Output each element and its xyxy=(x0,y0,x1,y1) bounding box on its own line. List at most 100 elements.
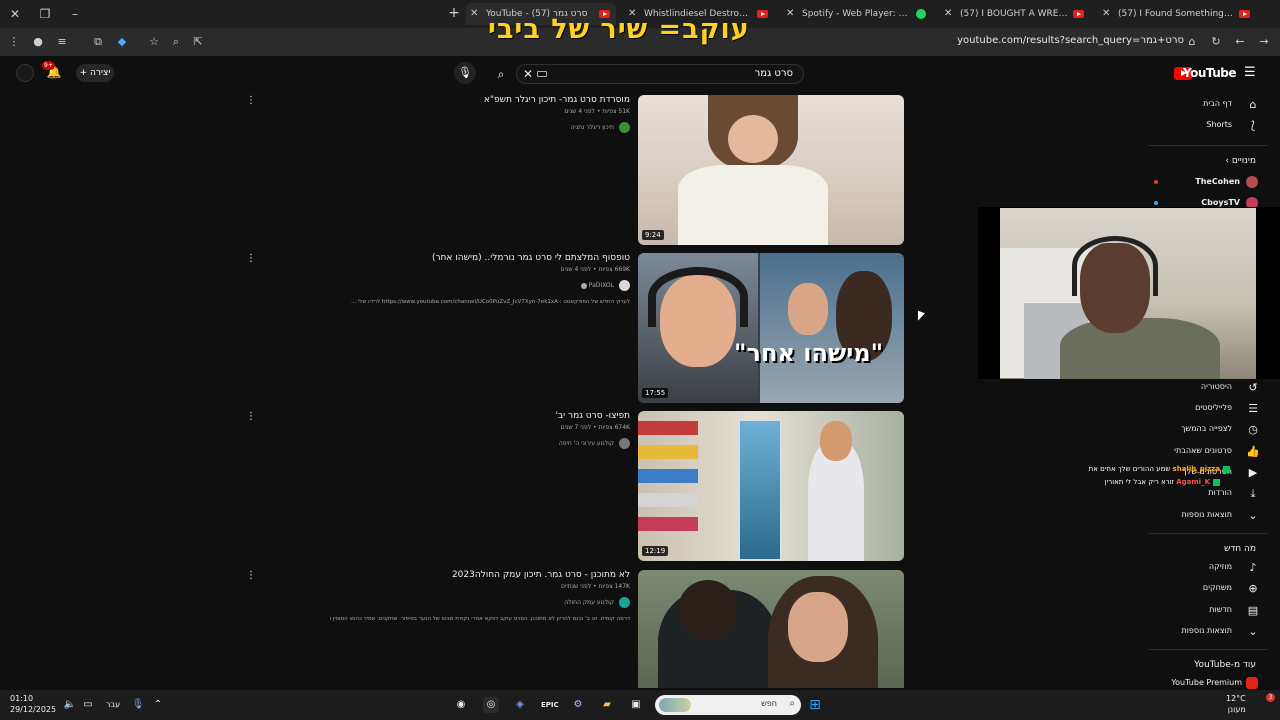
tab-close-icon[interactable]: ✕ xyxy=(1102,3,1110,25)
video-thumbnail[interactable]: 9:24 xyxy=(638,95,904,245)
video-title[interactable]: טופסוף המלצתם לי סרט גמר נורמלי.. (מישהו… xyxy=(330,253,630,263)
video-thumbnail[interactable]: 12:19 xyxy=(638,411,904,561)
windows-start-icon[interactable]: ⊞ xyxy=(807,697,823,713)
sidebar-item-playlists[interactable]: ☰ פלייליסטים xyxy=(1148,399,1280,419)
more-actions-icon[interactable]: ⋮ xyxy=(246,570,256,582)
new-content-dot xyxy=(1154,201,1158,205)
sidebar-item-show-more[interactable]: ⌄ תוצאות נוספות xyxy=(1148,622,1280,642)
chat-text: זורא ריק אבל לי תאורין xyxy=(1104,478,1174,486)
voice-search-button[interactable]: 🎙 xyxy=(454,62,476,84)
video-title[interactable]: מוסרדת סרט גמר- תיכון ריגלר תשפ"א xyxy=(330,95,630,105)
obs-icon[interactable]: ◉ xyxy=(453,697,469,713)
more-actions-icon[interactable]: ⋮ xyxy=(246,411,256,423)
sidebar-item-shorts[interactable]: ⟆ Shorts xyxy=(1148,116,1280,136)
language-indicator[interactable]: עבר xyxy=(102,697,124,713)
download-icon: ⤓ xyxy=(1250,487,1256,500)
tab-close-icon[interactable]: ✕ xyxy=(470,3,478,25)
browser-tab[interactable]: ✕ Spotify - Web Player: Music for everyo… xyxy=(782,3,932,25)
search-result[interactable]: 9:24 מוסרדת סרט גמר- תיכון ריגלר תשפ"א 5… xyxy=(240,95,908,245)
more-from-youtube-header: עוד מ-YouTube xyxy=(1194,660,1256,670)
tab-close-icon[interactable]: ✕ xyxy=(944,3,952,25)
microphone-icon[interactable]: 🎙 xyxy=(130,697,146,713)
url-field[interactable]: youtube.com/results?search_query=סרט+גמר xyxy=(957,35,1184,46)
video-thumbnail[interactable]: "מישהו אחר" 17:55 xyxy=(638,253,904,403)
more-actions-icon[interactable]: ⋮ xyxy=(246,95,256,107)
video-thumbnail[interactable] xyxy=(638,570,904,688)
youtube-favicon-icon xyxy=(1239,10,1250,18)
task-view-icon[interactable]: ▣ xyxy=(628,697,644,713)
thumbnail-art xyxy=(638,411,698,561)
search-result[interactable]: לא מתוכנן - סרט גמר. תיכון עמק החולה2023… xyxy=(240,570,908,688)
weather-widget[interactable]: 12°C מעונן xyxy=(1226,693,1246,715)
keyboard-icon[interactable] xyxy=(537,71,547,77)
epic-games-icon[interactable]: EPIC xyxy=(541,697,559,713)
minimize-window-icon[interactable]: – xyxy=(66,5,84,23)
more-actions-icon[interactable]: ⋮ xyxy=(246,253,256,265)
extensions-icon[interactable]: ⧉ xyxy=(90,34,106,50)
clock[interactable]: 01:10 29/12/2025 xyxy=(10,693,56,715)
volume-icon[interactable]: 🔈 xyxy=(62,697,78,713)
clock-time: 01:10 xyxy=(10,694,34,703)
share-icon[interactable]: ⇱ xyxy=(190,34,206,50)
close-window-icon[interactable]: ✕ xyxy=(6,5,24,23)
display-icon[interactable]: ▭ xyxy=(80,697,96,713)
taskbar-search[interactable]: חפש ⌕ xyxy=(655,695,801,715)
show-hidden-icons-icon[interactable]: ⌃ xyxy=(150,697,166,713)
subscriptions-header[interactable]: מינויים › xyxy=(1225,156,1256,166)
reload-icon[interactable]: ↻ xyxy=(1208,34,1224,50)
search-result[interactable]: 12:19 תפיצו- סרט גמר יב' 674K צפיות • לפ… xyxy=(240,411,908,561)
channel-link[interactable]: PaDIXOL xyxy=(330,280,630,292)
browser-tab[interactable]: ✕ (57) I Found Something BAD In xyxy=(1098,3,1256,25)
sidebar-item-liked[interactable]: 👍 סרטונים שאהבתי xyxy=(1148,442,1280,462)
new-tab-button[interactable]: + xyxy=(445,4,463,22)
star-icon[interactable]: ☆ xyxy=(146,34,162,50)
verified-badge-icon xyxy=(580,282,587,289)
channel-link[interactable]: תיכון ריגלר נתניה xyxy=(330,122,630,134)
forward-icon[interactable]: → xyxy=(1256,34,1272,50)
home-icon[interactable]: ⌂ xyxy=(1184,34,1200,50)
chrome-icon[interactable]: ◎ xyxy=(483,697,499,713)
thumbnail-art xyxy=(788,283,828,335)
browser-tab[interactable]: ✕ (57) I BOUGHT A WRECKED MC xyxy=(940,3,1090,25)
back-icon[interactable]: ← xyxy=(1232,34,1248,50)
restore-window-icon[interactable]: ❐ xyxy=(36,5,54,23)
tab-title: (57) I Found Something BAD In xyxy=(1118,9,1234,19)
edge-copilot-icon[interactable]: ◆ xyxy=(114,34,130,50)
search-input[interactable]: סרט גמר ✕ xyxy=(516,64,804,84)
youtube-header: ☰ YouTube סרט גמר ✕ ⌕ 🎙 + יצירה 🔔 9+ xyxy=(0,56,1280,90)
channel-name: PaDIXOL xyxy=(588,282,614,289)
profile-icon[interactable]: ● xyxy=(30,34,46,50)
video-title[interactable]: לא מתוכנן - סרט גמר. תיכון עמק החולה2023 xyxy=(330,570,630,580)
sidebar-item-history[interactable]: ↺ היסטוריה xyxy=(1148,378,1280,398)
youtube-favicon-icon xyxy=(757,10,768,18)
search-result[interactable]: "מישהו אחר" 17:55 טופסוף המלצתם לי סרט ג… xyxy=(240,253,908,403)
sidebar-item-music[interactable]: ♪ מוזיקה xyxy=(1148,558,1280,578)
search-button[interactable]: ⌕ xyxy=(488,64,514,84)
channel-link[interactable]: קולנוע עמק החולה xyxy=(330,597,630,609)
clear-search-icon[interactable]: ✕ xyxy=(523,67,533,81)
sidebar-item-gaming[interactable]: ⊕ משחקים xyxy=(1148,579,1280,599)
reading-list-icon[interactable]: ≡ xyxy=(54,34,70,50)
channel-name: תיכון ריגלר נתניה xyxy=(570,124,614,131)
file-explorer-icon[interactable]: ▰ xyxy=(599,697,615,713)
zoom-icon[interactable]: ⌕ xyxy=(168,34,184,50)
tab-close-icon[interactable]: ✕ xyxy=(786,3,794,25)
sidebar-item-news[interactable]: ▤ חדשות xyxy=(1148,601,1280,621)
sidebar-item-watch-later[interactable]: ◷ לצפייה בהמשך xyxy=(1148,420,1280,440)
sidebar-item-channel[interactable]: TheCohen xyxy=(1148,173,1280,193)
create-button[interactable]: + יצירה xyxy=(76,64,114,82)
divider xyxy=(1148,533,1268,534)
moderator-badge-icon xyxy=(1223,465,1230,473)
video-title[interactable]: תפיצו- סרט גמר יב' xyxy=(330,411,630,421)
notifications-button[interactable]: 🔔 9+ xyxy=(42,61,62,80)
sidebar-item-show-more[interactable]: ⌄ תוצאות נוספות xyxy=(1148,506,1280,526)
your-videos-icon: ▶ xyxy=(1248,466,1258,479)
chevron-down-icon: ⌄ xyxy=(1248,625,1258,638)
sidebar-item-home[interactable]: ⌂ דף הבית xyxy=(1148,95,1280,115)
discord-icon[interactable]: ◈ xyxy=(512,697,528,713)
channel-link[interactable]: קולנוע עירוני ה' חיפה xyxy=(330,438,630,450)
steam-icon[interactable]: ⚙ xyxy=(570,697,586,713)
hamburger-menu-icon[interactable]: ☰ xyxy=(1244,66,1258,80)
account-avatar[interactable] xyxy=(16,64,34,82)
menu-dots-icon[interactable]: ⋮ xyxy=(6,34,22,50)
